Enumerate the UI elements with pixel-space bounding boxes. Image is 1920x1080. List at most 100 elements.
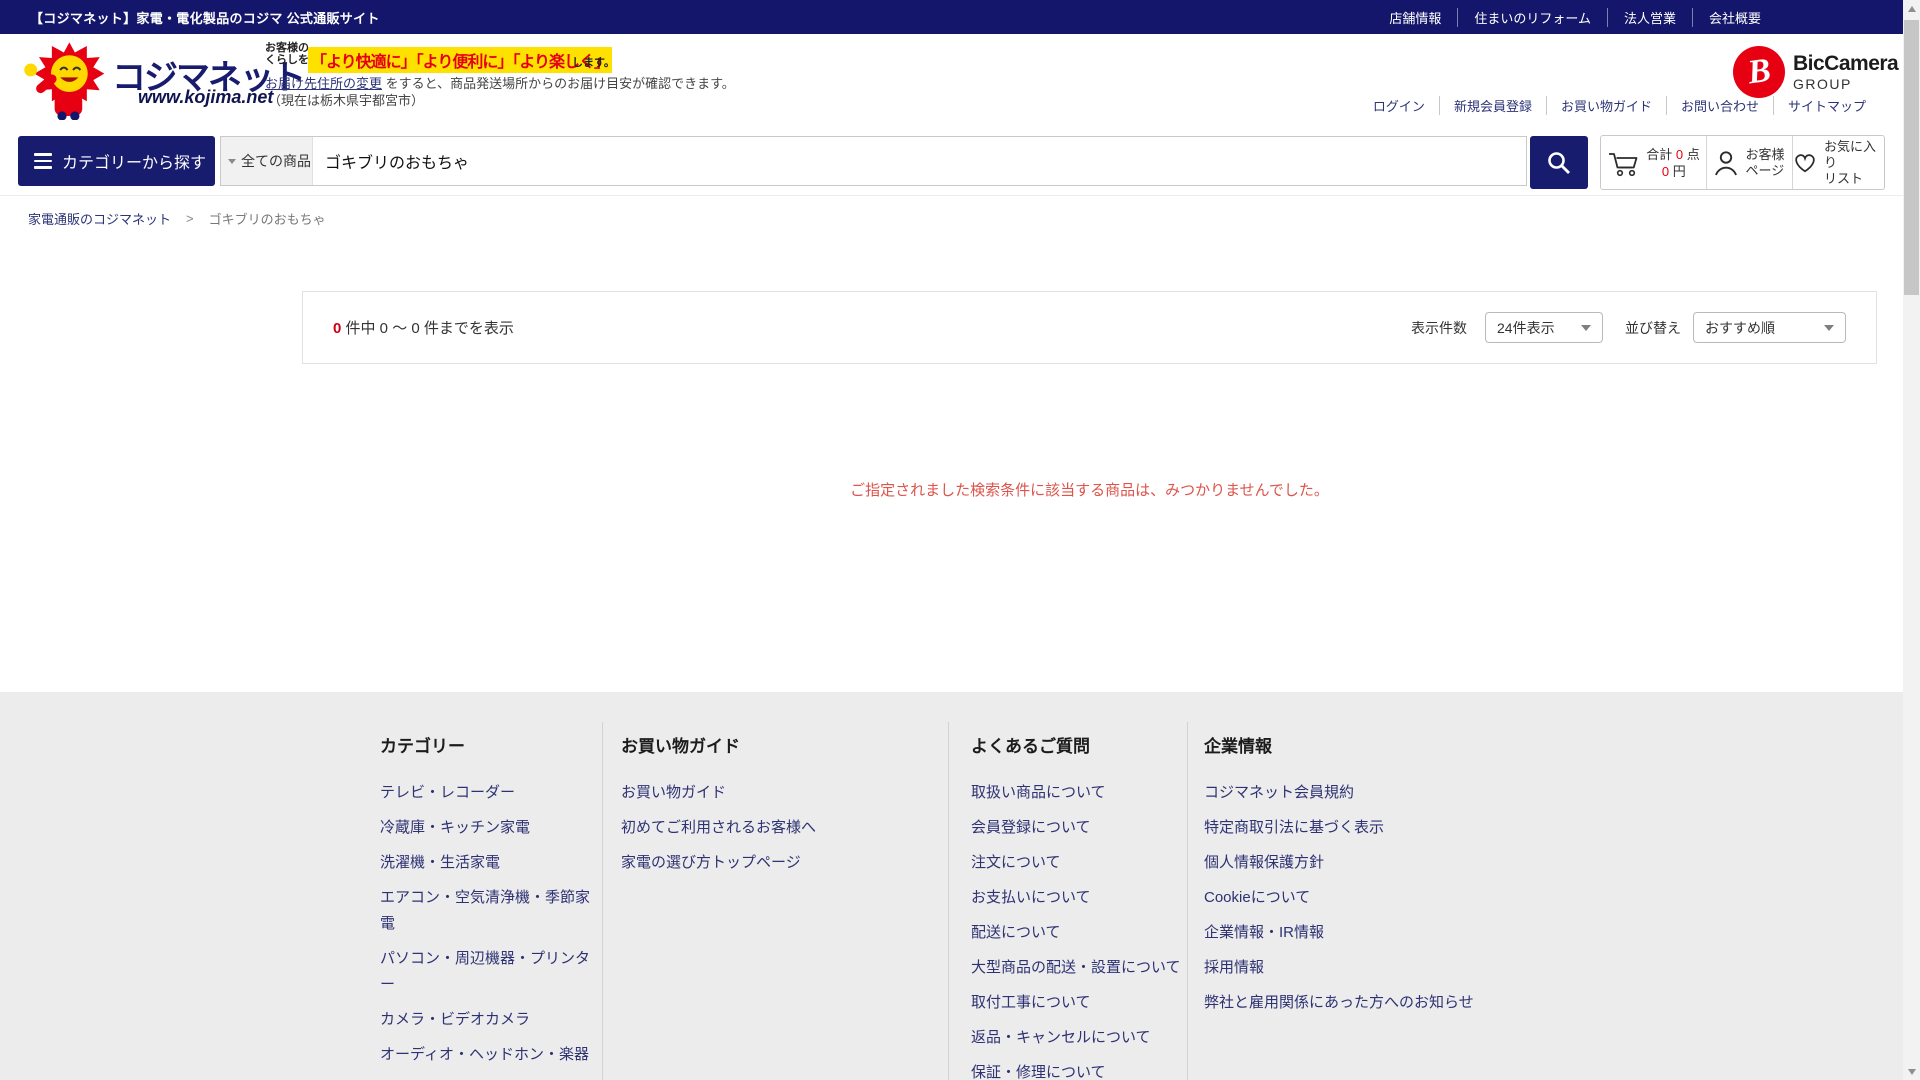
footer-link[interactable]: 取付工事について — [971, 990, 1187, 1016]
no-results-message: ご指定されました検索条件に該当する商品は、みつかりませんでした。 — [302, 479, 1877, 500]
biccamera-name: BicCamera — [1793, 52, 1898, 76]
footer-link[interactable]: 配送について — [971, 920, 1187, 946]
chevron-down-icon — [1581, 325, 1591, 331]
footer-link[interactable]: 家電の選び方トップページ — [621, 850, 948, 876]
per-page-label: 表示件数 — [1411, 318, 1467, 338]
topbar-link[interactable]: 住まいのリフォーム — [1457, 8, 1607, 27]
footer-link[interactable]: コジマネット会員規約 — [1204, 780, 1537, 806]
footer-link[interactable]: お支払いについて — [971, 885, 1187, 911]
footer-link[interactable]: 個人情報保護方針 — [1204, 850, 1537, 876]
footer-link[interactable]: 冷蔵庫・キッチン家電 — [380, 815, 602, 841]
footer-link[interactable]: 特定商取引法に基づく表示 — [1204, 815, 1537, 841]
scrollbar[interactable] — [1903, 0, 1920, 1080]
footer-link[interactable]: テレビ・レコーダー — [380, 780, 602, 806]
hamburger-icon — [34, 153, 52, 169]
footer-link[interactable]: Cookieについて — [1204, 885, 1537, 911]
change-address-link[interactable]: お届け先住所の変更 — [265, 76, 382, 91]
breadcrumb: 家電通販のコジマネット > ゴキブリのおもちゃ — [28, 209, 326, 228]
kojima-mascot-icon[interactable] — [16, 42, 108, 120]
search-field: 全ての商品 — [220, 136, 1527, 186]
header-link[interactable]: サイトマップ — [1773, 96, 1880, 115]
footer-link[interactable]: 保証・修理について — [971, 1060, 1187, 1080]
topbar-links: 店舗情報住まいのリフォーム法人営業会社概要 — [1373, 0, 1777, 34]
breadcrumb-home-link[interactable]: 家電通販のコジマネット — [28, 209, 171, 228]
mypage-button[interactable]: お客様 ページ — [1706, 136, 1792, 189]
cart-icon — [1607, 149, 1639, 177]
header-link[interactable]: 新規会員登録 — [1439, 96, 1546, 115]
topbar: 【コジマネット】家電・電化製品のコジマ 公式通販サイト 店舗情報住まいのリフォー… — [0, 0, 1920, 34]
footer-column-title: よくあるご質問 — [971, 732, 1187, 757]
header-links: ログイン新規会員登録お買い物ガイドお問い合わせサイトマップ — [1359, 96, 1880, 115]
footer-links: 取扱い商品について会員登録について注文についてお支払いについて配送について大型商… — [971, 780, 1187, 1080]
header-link[interactable]: ログイン — [1359, 96, 1439, 115]
scroll-up-arrow-icon[interactable] — [1903, 0, 1920, 17]
header-link[interactable]: お買い物ガイド — [1546, 96, 1666, 115]
topbar-link[interactable]: 店舗情報 — [1373, 8, 1457, 27]
cart-amount: 0 — [1662, 164, 1669, 179]
footer-column-title: 企業情報 — [1204, 732, 1537, 757]
footer-link[interactable]: 会員登録について — [971, 815, 1187, 841]
footer-link[interactable]: 企業情報・IR情報 — [1204, 920, 1537, 946]
results-toolbar: 0 件中 0 ～ 0 件までを表示 表示件数 24件表示 並び替え おすすめ順 — [302, 291, 1877, 364]
footer-links: お買い物ガイド初めてご利用されるお客様へ家電の選び方トップページ — [621, 780, 948, 876]
footer-link[interactable]: 返品・キャンセルについて — [971, 1025, 1187, 1051]
search-input[interactable] — [313, 137, 1526, 185]
footer-link[interactable]: 取扱い商品について — [971, 780, 1187, 806]
breadcrumb-current: ゴキブリのおもちゃ — [209, 209, 326, 228]
footer-link[interactable]: パソコン・周辺機器・プリンター — [380, 946, 602, 998]
footer-column-title: お買い物ガイド — [621, 732, 948, 757]
chevron-down-icon — [1824, 325, 1834, 331]
footer-column-guide: お買い物ガイド お買い物ガイド初めてご利用されるお客様へ家電の選び方トップページ — [602, 722, 948, 1080]
favorites-button[interactable]: お気に入り リスト — [1792, 136, 1884, 189]
search-icon — [1546, 150, 1572, 176]
footer-link[interactable]: カメラ・ビデオカメラ — [380, 1007, 602, 1033]
cart-button[interactable]: 合計 0 点 0 円 — [1601, 136, 1706, 189]
cart-count: 0 — [1676, 147, 1683, 162]
footer-link[interactable]: 採用情報 — [1204, 955, 1537, 981]
footer-link[interactable]: お買い物ガイド — [621, 780, 948, 806]
chevron-down-icon — [228, 159, 236, 164]
category-menu-button[interactable]: カテゴリーから探す — [18, 136, 215, 186]
utility-box: 合計 0 点 0 円 お客様 ページ お気に入り リスト — [1600, 135, 1885, 190]
heart-icon — [1793, 151, 1817, 175]
footer-link[interactable]: 洗濯機・生活家電 — [380, 850, 602, 876]
search-scope-select[interactable]: 全ての商品 — [221, 137, 313, 185]
footer-column-title: カテゴリー — [380, 732, 602, 757]
delivery-current-location: （現在は栃木県宇都宮市） — [268, 90, 424, 109]
footer-links: コジマネット会員規約特定商取引法に基づく表示個人情報保護方針 Cookieについて… — [1204, 780, 1537, 1016]
footer-link[interactable]: 初めてご利用されるお客様へ — [621, 815, 948, 841]
biccamera-group-label: GROUP — [1793, 76, 1898, 92]
footer-link[interactable]: エアコン・空気清浄機・季節家電 — [380, 885, 602, 937]
delivery-note-text: をすると、商品発送場所からのお届け目安が確認できます。 — [382, 76, 735, 91]
search-nav-row: カテゴリーから探す 全ての商品 合計 0 点 0 円 — [0, 130, 1920, 196]
footer-column-corporate: 企業情報 コジマネット会員規約特定商取引法に基づく表示個人情報保護方針 Cooki… — [1187, 722, 1537, 1080]
footer: カテゴリー テレビ・レコーダー冷蔵庫・キッチン家電洗濯機・生活家電エアコン・空気… — [0, 692, 1920, 1080]
biccamera-group-logo[interactable]: B BicCamera GROUP — [1733, 46, 1898, 98]
tagline-prefix: お客様の くらしを — [265, 42, 309, 66]
scrollbar-thumb[interactable] — [1904, 20, 1919, 295]
brand-url: www.kojima.net — [138, 87, 273, 108]
footer-link[interactable]: オーディオ・ヘッドホン・楽器 — [380, 1042, 602, 1068]
header-link[interactable]: お問い合わせ — [1666, 96, 1773, 115]
cart-amount-line: 0 円 — [1646, 163, 1700, 180]
footer-link[interactable]: 注文について — [971, 850, 1187, 876]
topbar-link[interactable]: 会社概要 — [1692, 8, 1777, 27]
breadcrumb-separator: > — [186, 211, 194, 226]
footer-column-categories: カテゴリー テレビ・レコーダー冷蔵庫・キッチン家電洗濯機・生活家電エアコン・空気… — [380, 722, 602, 1080]
sort-select[interactable]: おすすめ順 — [1693, 312, 1846, 343]
user-icon — [1714, 150, 1738, 176]
footer-link[interactable]: 弊社と雇用関係にあった方へのお知らせ — [1204, 990, 1537, 1016]
footer-column-faq: よくあるご質問 取扱い商品について会員登録について注文についてお支払いについて配… — [948, 722, 1187, 1080]
sort-label: 並び替え — [1625, 318, 1681, 338]
footer-link[interactable]: 大型商品の配送・設置について — [971, 955, 1187, 981]
topbar-link[interactable]: 法人営業 — [1607, 8, 1692, 27]
header: コジマネット www.kojima.net お客様の くらしを 「より快適に」「… — [0, 34, 1920, 130]
search-button[interactable] — [1530, 136, 1588, 189]
result-count: 0 件中 0 ～ 0 件までを表示 — [333, 317, 514, 338]
footer-links: テレビ・レコーダー冷蔵庫・キッチン家電洗濯機・生活家電エアコン・空気清浄機・季節… — [380, 780, 602, 1080]
tagline-highlight: 「より快適に」「より便利に」「より楽しく」 — [308, 47, 612, 73]
cart-total-line: 合計 0 点 — [1646, 146, 1700, 163]
scroll-down-arrow-icon[interactable] — [1903, 1063, 1920, 1080]
per-page-select[interactable]: 24件表示 — [1485, 312, 1603, 343]
tagline-suffix: します。 — [572, 54, 615, 70]
